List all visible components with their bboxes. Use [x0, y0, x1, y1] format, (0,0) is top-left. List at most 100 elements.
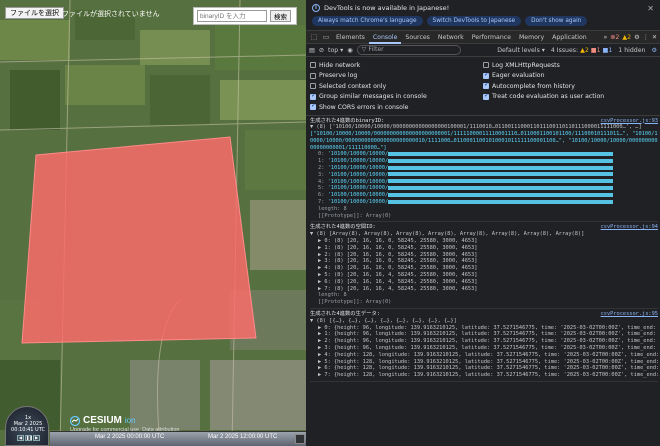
tab-sources[interactable]: Sources [401, 31, 433, 44]
file-select-button[interactable]: ファイルを選択 [5, 7, 64, 19]
tab-elements[interactable]: Elements [332, 31, 369, 44]
close-icon[interactable]: ✕ [647, 4, 654, 13]
item-index: 5: [318, 185, 328, 192]
close-icon[interactable]: ✕ [652, 34, 657, 41]
array-summary[interactable]: ▼ (8) [Array(8), Array(8), Array(8), Arr… [310, 231, 658, 238]
setting-treat-eval[interactable]: Treat code evaluation as user action [483, 92, 656, 103]
inspect-icon[interactable]: ⬚ [308, 31, 320, 44]
console-settings-icon[interactable]: ⚙ [651, 47, 657, 54]
array-item: 0: '10100/10000/10000/ [310, 151, 658, 158]
array-item[interactable]: ▶ 6: (8) [20, 16, 16, 4, 58245, 25580, 3… [310, 279, 658, 286]
log-levels-dropdown[interactable]: Default levels ▾ [497, 47, 545, 54]
switch-language-button[interactable]: Switch DevTools to Japanese [426, 16, 522, 26]
tab-network[interactable]: Network [434, 31, 468, 44]
array-item[interactable]: ▶ 2: {height: 96, longitude: 139.9163210… [310, 338, 658, 345]
setting-group-similar[interactable]: Group similar messages in console [310, 92, 483, 103]
source-link[interactable]: csvProcessor.js:93 [601, 118, 658, 125]
array-length: length: 8 [318, 205, 347, 212]
setting-preserve-log[interactable]: Preserve log [310, 71, 483, 82]
array-item[interactable]: ▶ 1: (8) [20, 16, 16, 0, 58245, 25580, 3… [310, 245, 658, 252]
array-item[interactable]: ▶ 3: (8) [20, 16, 16, 0, 58245, 25580, 3… [310, 258, 658, 265]
array-item[interactable]: ▶ 7: {height: 128, longitude: 139.916321… [310, 372, 658, 379]
array-item[interactable]: ▶ 0: (8) [20, 16, 16, 0, 58245, 25580, 3… [310, 238, 658, 245]
array-prototype[interactable]: [[Prototype]]: Array(0) [310, 299, 658, 306]
sidebar-toggle-icon[interactable]: ▤ [309, 47, 315, 54]
binaryid-input[interactable] [197, 10, 267, 22]
error-badge[interactable]: ⊗2 [610, 34, 619, 41]
array-preview: ["10100/10000/10000/00000000000000000000… [310, 131, 658, 151]
item-index: 7: [318, 199, 328, 206]
array-item[interactable]: ▶ 5: (8) [20, 16, 16, 4, 58245, 25580, 3… [310, 272, 658, 279]
checkbox[interactable] [483, 71, 489, 79]
array-item[interactable]: ▶ 4: {height: 128, longitude: 139.916321… [310, 352, 658, 359]
tab-performance[interactable]: Performance [468, 31, 515, 44]
setting-cors-errors[interactable]: Show CORS errors in console [310, 102, 483, 113]
cesium-logo-icon [70, 415, 80, 426]
checkbox[interactable] [483, 81, 489, 90]
filter-placeholder: Filter [368, 46, 384, 53]
tab-memory[interactable]: Memory [515, 31, 548, 44]
array-item[interactable]: ▶ 5: {height: 128, longitude: 139.916321… [310, 359, 658, 366]
source-link[interactable]: csvProcessor.js:94 [601, 224, 658, 231]
array-item[interactable]: ▶ 2: (8) [20, 16, 16, 0, 58245, 25580, 3… [310, 252, 658, 259]
fullscreen-button[interactable] [295, 434, 305, 444]
console-output[interactable]: 生成された4進数のbinaryID: csvProcessor.js:93 ▼ … [306, 116, 660, 382]
checkbox[interactable] [310, 102, 316, 111]
array-prototype[interactable]: [[Prototype]]: Array(0) [310, 213, 658, 220]
eye-icon[interactable]: ◉ [347, 47, 352, 54]
pause-icon[interactable]: ❚❚ [25, 435, 33, 441]
item-highlight [388, 185, 614, 190]
satellite-imagery[interactable] [0, 0, 306, 446]
checkbox[interactable] [483, 62, 489, 69]
rewind-icon[interactable]: ◀ [17, 435, 24, 441]
clear-console-icon[interactable]: ⊘ [319, 47, 324, 54]
search-button[interactable]: 検索 [270, 10, 291, 22]
filter-input[interactable]: ▽ Filter [356, 45, 461, 55]
animation-time: 00:10:41 UTC [11, 427, 45, 433]
array-item[interactable]: ▶ 4: (8) [20, 16, 16, 0, 58245, 25580, 3… [310, 265, 658, 272]
checkbox[interactable] [310, 72, 316, 79]
array-item[interactable]: ▶ 7: (8) [20, 16, 16, 4, 58245, 25580, 3… [310, 286, 658, 293]
array-items: ▶ 0: (8) [20, 16, 16, 0, 58245, 25580, 3… [310, 238, 658, 292]
array-summary[interactable]: ▼ (8) ['10100/10000/10000/00000000000000… [310, 124, 658, 131]
play-icon[interactable]: ▶ [33, 435, 40, 441]
context-selector[interactable]: top ▾ [328, 47, 343, 54]
log-levels-label: Default levels [497, 46, 540, 54]
setting-selected-context[interactable]: Selected context only [310, 81, 483, 92]
array-item[interactable]: ▶ 1: {height: 96, longitude: 139.9163210… [310, 331, 658, 338]
console-toolbar: ▤ ⊘ top ▾ ◉ ▽ Filter Default levels ▾ 4 … [306, 44, 660, 57]
cesium-logo[interactable]: CESIUM ion [70, 415, 136, 426]
dont-show-button[interactable]: Don't show again [525, 16, 588, 26]
tab-application[interactable]: Application [548, 31, 591, 44]
checkbox[interactable] [483, 92, 489, 100]
checkbox[interactable] [310, 62, 316, 69]
match-language-button[interactable]: Always match Chrome's language [312, 16, 423, 26]
setting-hide-network[interactable]: Hide network [310, 60, 483, 71]
array-item[interactable]: ▶ 0: {height: 96, longitude: 139.9163210… [310, 325, 658, 332]
more-icon[interactable]: ⋮ [643, 34, 649, 41]
array-item[interactable]: ▶ 3: {height: 96, longitude: 139.9163210… [310, 345, 658, 352]
console-message: 生成された4進数のbinaryID: csvProcessor.js:93 ▼ … [310, 116, 658, 223]
checkbox[interactable] [310, 92, 316, 100]
timeline-label-start: Mar 2 2025 00:00:00 UTC [95, 434, 165, 440]
context-label: top [328, 46, 339, 54]
device-toggle-icon[interactable]: ▭ [320, 31, 332, 44]
checkbox[interactable] [310, 83, 316, 90]
more-tabs-icon[interactable]: » [603, 34, 607, 41]
item-index: 4: [318, 178, 328, 185]
setting-autocomplete[interactable]: Autocomplete from history [483, 81, 656, 92]
array-item[interactable]: ▶ 6: {height: 128, longitude: 139.916321… [310, 365, 658, 372]
cesium-viewer[interactable]: ファイルを選択 ファイルが選択されていません 検索 1x Mar 2 2025 … [0, 0, 306, 446]
issue-count-err: ■1 [590, 46, 601, 54]
settings-right: Log XMLHttpRequests Eager evaluation Aut… [483, 60, 656, 113]
animation-widget[interactable]: 1x Mar 2 2025 00:10:41 UTC ◀ ❚❚ ▶ [5, 406, 49, 446]
tab-console[interactable]: Console [368, 31, 402, 44]
array-summary[interactable]: ▼ (8) [{…}, {…}, {…}, {…}, {…}, {…}, {…}… [310, 318, 658, 325]
timeline[interactable]: Mar 2 2025 00:00:00 UTC Mar 2 2025 12:00… [50, 431, 306, 446]
gear-icon[interactable]: ⚙ [634, 34, 640, 41]
source-link[interactable]: csvProcessor.js:95 [601, 311, 658, 318]
issues-button[interactable]: 4 Issues: ▲2 ■1 ■1 [551, 47, 612, 54]
setting-eager-eval[interactable]: Eager evaluation [483, 71, 656, 82]
setting-log-xhr[interactable]: Log XMLHttpRequests [483, 60, 656, 71]
warning-badge[interactable]: ▲2 [622, 34, 631, 41]
